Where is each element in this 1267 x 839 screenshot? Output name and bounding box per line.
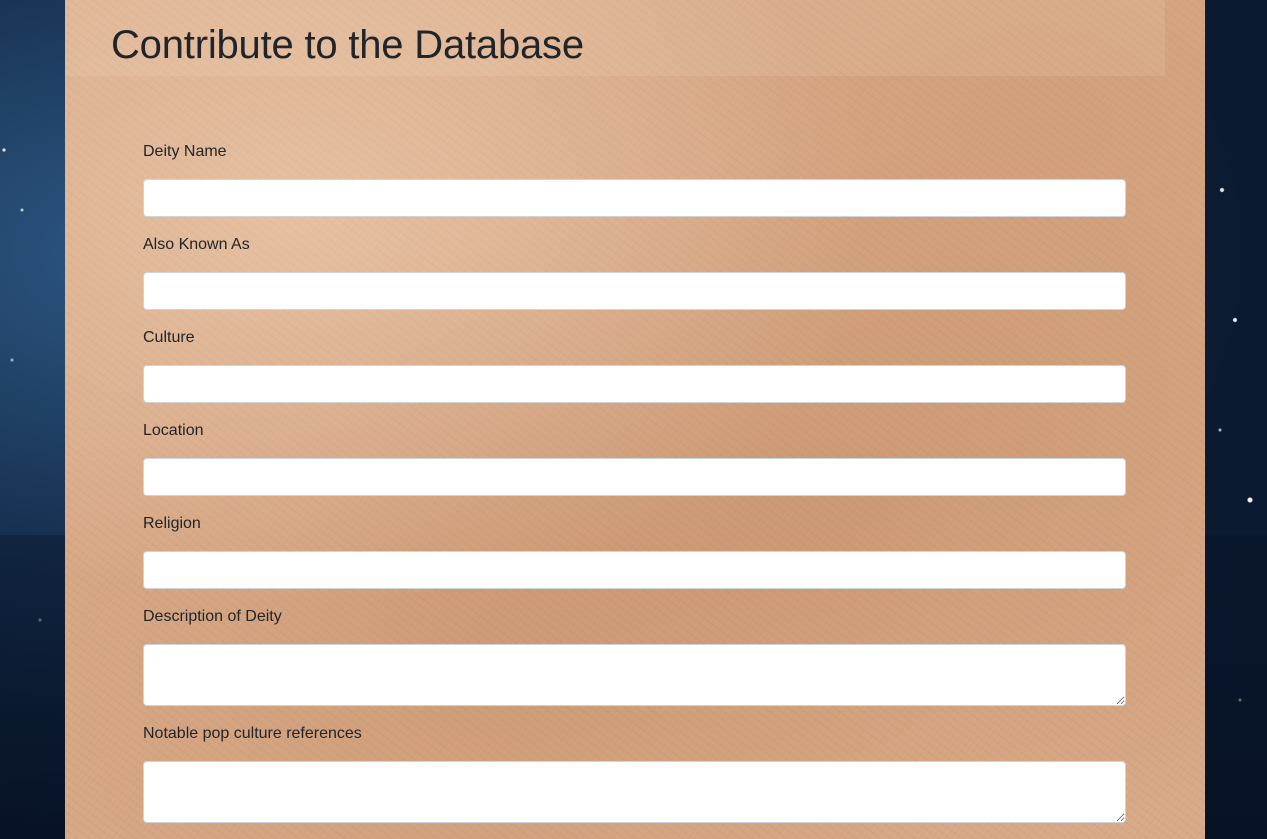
description-label: Description of Deity [143, 608, 282, 625]
religion-label: Religion [143, 515, 201, 532]
deity-name-input[interactable] [143, 179, 1126, 217]
culture-input[interactable] [143, 365, 1126, 403]
page-title: Contribute to the Database [111, 23, 584, 67]
also-known-as-input[interactable] [143, 272, 1126, 310]
religion-input[interactable] [143, 551, 1126, 589]
pop-culture-references-label: Notable pop culture references [143, 725, 362, 742]
content-panel: Contribute to the Database Deity Name Al… [65, 0, 1205, 839]
deity-name-label: Deity Name [143, 143, 227, 160]
page-header: Contribute to the Database [65, 0, 1165, 76]
also-known-as-label: Also Known As [143, 236, 250, 253]
pop-culture-references-textarea[interactable] [143, 761, 1126, 823]
description-textarea[interactable] [143, 644, 1126, 706]
location-label: Location [143, 422, 204, 439]
culture-label: Culture [143, 329, 195, 346]
location-input[interactable] [143, 458, 1126, 496]
contribution-form: Deity Name Also Known As Culture Locatio… [143, 140, 1126, 839]
